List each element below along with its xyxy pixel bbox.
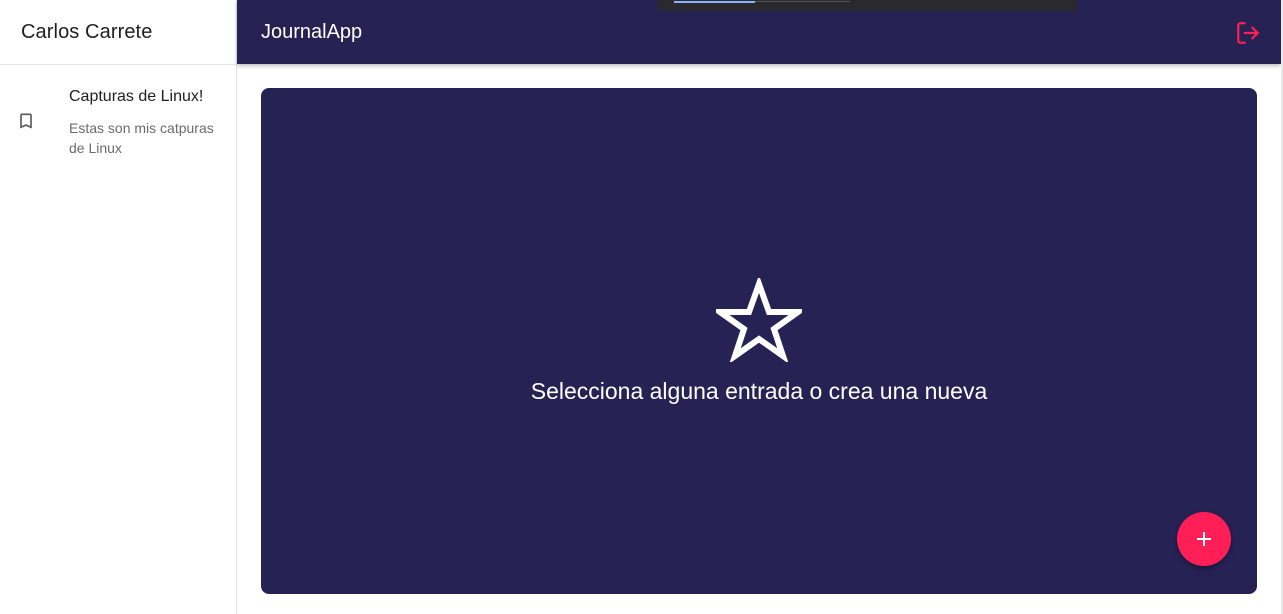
empty-state: Selecciona alguna entrada o crea una nue… xyxy=(261,278,1257,405)
app-title: JournalApp xyxy=(261,20,363,43)
empty-state-message: Selecciona alguna entrada o crea una nue… xyxy=(530,378,988,404)
user-name: Carlos Carrete xyxy=(21,20,153,43)
overlay-progress xyxy=(674,1,755,3)
star-icon xyxy=(716,278,802,362)
logout-icon[interactable] xyxy=(1235,20,1261,46)
sidebar-header: Carlos Carrete xyxy=(0,0,236,65)
journal-app: Carlos Carrete Capturas de Linux! Estas … xyxy=(0,0,1283,614)
entry-body: Estas son mis catpuras de Linux xyxy=(69,120,214,156)
sidebar: Carlos Carrete Capturas de Linux! Estas … xyxy=(0,0,237,614)
overlay-track xyxy=(755,1,850,2)
browser-overlay-bar xyxy=(658,0,1077,11)
add-entry-button[interactable] xyxy=(1177,512,1231,566)
add-icon xyxy=(1197,532,1211,546)
nothing-selected-panel: Selecciona alguna entrada o crea una nue… xyxy=(261,88,1257,594)
entry-text: Capturas de Linux! Estas son mis catpura… xyxy=(69,88,220,158)
bookmark-icon xyxy=(16,111,36,131)
entry-title: Capturas de Linux! xyxy=(69,88,204,105)
sidebar-entry[interactable]: Capturas de Linux! Estas son mis catpura… xyxy=(0,65,236,158)
